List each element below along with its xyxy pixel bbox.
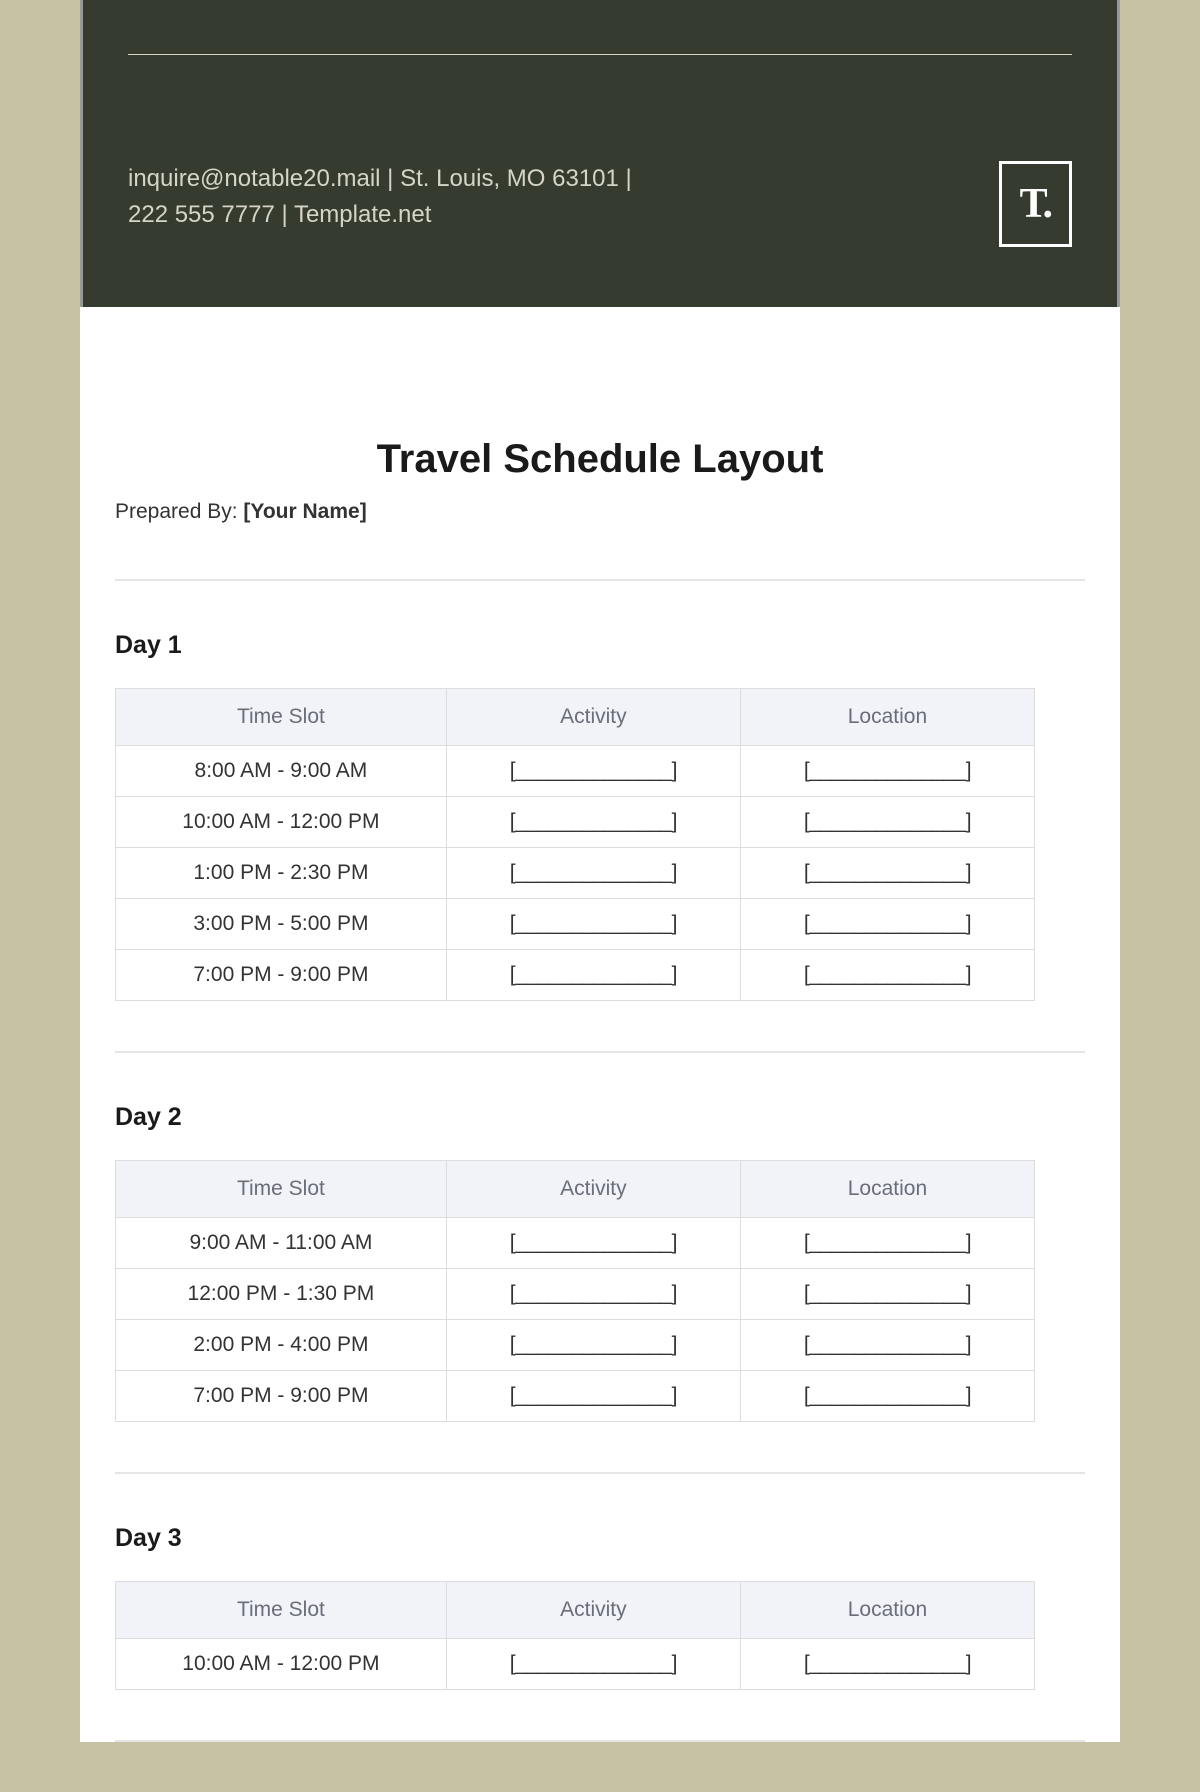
table-row: 10:00 AM - 12:00 PM[______________][____… <box>116 797 1035 848</box>
prepared-by-label: Prepared By: <box>115 500 243 523</box>
time-slot-cell: 7:00 PM - 9:00 PM <box>116 950 447 1001</box>
activity-cell[interactable]: [______________] <box>446 797 740 848</box>
day-section: Day 1Time SlotActivityLocation8:00 AM - … <box>115 631 1085 1001</box>
day-section: Day 3Time SlotActivityLocation10:00 AM -… <box>115 1524 1085 1690</box>
table-row: 1:00 PM - 2:30 PM[______________][______… <box>116 848 1035 899</box>
column-header-location: Location <box>740 1161 1034 1218</box>
schedule-table: Time SlotActivityLocation10:00 AM - 12:0… <box>115 1581 1035 1690</box>
day-title: Day 3 <box>115 1524 1085 1553</box>
activity-cell[interactable]: [______________] <box>446 1218 740 1269</box>
column-header-time_slot: Time Slot <box>116 1161 447 1218</box>
location-cell[interactable]: [______________] <box>740 746 1034 797</box>
activity-cell[interactable]: [______________] <box>446 950 740 1001</box>
document-header: inquire@notable20.mail | St. Louis, MO 6… <box>80 0 1120 307</box>
time-slot-cell: 1:00 PM - 2:30 PM <box>116 848 447 899</box>
column-header-time_slot: Time Slot <box>116 689 447 746</box>
schedule-table: Time SlotActivityLocation8:00 AM - 9:00 … <box>115 688 1035 1001</box>
document-page: inquire@notable20.mail | St. Louis, MO 6… <box>80 0 1120 1742</box>
page-title: Travel Schedule Layout <box>115 437 1085 482</box>
location-cell[interactable]: [______________] <box>740 1639 1034 1690</box>
table-row: 7:00 PM - 9:00 PM[______________][______… <box>116 1371 1035 1422</box>
table-header-row: Time SlotActivityLocation <box>116 689 1035 746</box>
section-divider <box>115 1051 1085 1053</box>
day-title: Day 2 <box>115 1103 1085 1132</box>
day-section: Day 2Time SlotActivityLocation9:00 AM - … <box>115 1103 1085 1422</box>
section-divider <box>115 1740 1085 1742</box>
activity-cell[interactable]: [______________] <box>446 1269 740 1320</box>
time-slot-cell: 12:00 PM - 1:30 PM <box>116 1269 447 1320</box>
column-header-activity: Activity <box>446 1161 740 1218</box>
header-content: inquire@notable20.mail | St. Louis, MO 6… <box>128 61 1072 247</box>
time-slot-cell: 9:00 AM - 11:00 AM <box>116 1218 447 1269</box>
location-cell[interactable]: [______________] <box>740 1371 1034 1422</box>
contact-line-2: 222 555 7777 | Template.net <box>128 197 632 233</box>
activity-cell[interactable]: [______________] <box>446 746 740 797</box>
section-divider <box>115 579 1085 581</box>
column-header-time_slot: Time Slot <box>116 1582 447 1639</box>
days-container: Day 1Time SlotActivityLocation8:00 AM - … <box>115 631 1085 1742</box>
logo-box: T. <box>999 161 1072 247</box>
section-divider <box>115 1472 1085 1474</box>
column-header-location: Location <box>740 1582 1034 1639</box>
header-contact-info: inquire@notable20.mail | St. Louis, MO 6… <box>128 161 632 233</box>
location-cell[interactable]: [______________] <box>740 950 1034 1001</box>
day-title: Day 1 <box>115 631 1085 660</box>
table-row: 10:00 AM - 12:00 PM[______________][____… <box>116 1639 1035 1690</box>
activity-cell[interactable]: [______________] <box>446 899 740 950</box>
schedule-table: Time SlotActivityLocation9:00 AM - 11:00… <box>115 1160 1035 1422</box>
logo-icon: T. <box>1020 180 1051 228</box>
time-slot-cell: 3:00 PM - 5:00 PM <box>116 899 447 950</box>
table-row: 2:00 PM - 4:00 PM[______________][______… <box>116 1320 1035 1371</box>
activity-cell[interactable]: [______________] <box>446 1639 740 1690</box>
time-slot-cell: 7:00 PM - 9:00 PM <box>116 1371 447 1422</box>
column-header-location: Location <box>740 689 1034 746</box>
location-cell[interactable]: [______________] <box>740 1320 1034 1371</box>
location-cell[interactable]: [______________] <box>740 1269 1034 1320</box>
prepared-by: Prepared By: [Your Name] <box>115 500 1085 524</box>
contact-line-1: inquire@notable20.mail | St. Louis, MO 6… <box>128 161 632 197</box>
time-slot-cell: 2:00 PM - 4:00 PM <box>116 1320 447 1371</box>
location-cell[interactable]: [______________] <box>740 848 1034 899</box>
activity-cell[interactable]: [______________] <box>446 1320 740 1371</box>
document-content: Travel Schedule Layout Prepared By: [You… <box>80 307 1120 1742</box>
title-section: Travel Schedule Layout <box>115 437 1085 482</box>
table-row: 8:00 AM - 9:00 AM[______________][______… <box>116 746 1035 797</box>
time-slot-cell: 10:00 AM - 12:00 PM <box>116 1639 447 1690</box>
time-slot-cell: 10:00 AM - 12:00 PM <box>116 797 447 848</box>
prepared-by-value: [Your Name] <box>243 500 366 523</box>
table-row: 12:00 PM - 1:30 PM[______________][_____… <box>116 1269 1035 1320</box>
activity-cell[interactable]: [______________] <box>446 1371 740 1422</box>
table-header-row: Time SlotActivityLocation <box>116 1582 1035 1639</box>
column-header-activity: Activity <box>446 689 740 746</box>
column-header-activity: Activity <box>446 1582 740 1639</box>
location-cell[interactable]: [______________] <box>740 797 1034 848</box>
activity-cell[interactable]: [______________] <box>446 848 740 899</box>
table-row: 3:00 PM - 5:00 PM[______________][______… <box>116 899 1035 950</box>
location-cell[interactable]: [______________] <box>740 1218 1034 1269</box>
time-slot-cell: 8:00 AM - 9:00 AM <box>116 746 447 797</box>
table-row: 9:00 AM - 11:00 AM[______________][_____… <box>116 1218 1035 1269</box>
table-header-row: Time SlotActivityLocation <box>116 1161 1035 1218</box>
table-row: 7:00 PM - 9:00 PM[______________][______… <box>116 950 1035 1001</box>
location-cell[interactable]: [______________] <box>740 899 1034 950</box>
header-divider <box>128 54 1072 55</box>
